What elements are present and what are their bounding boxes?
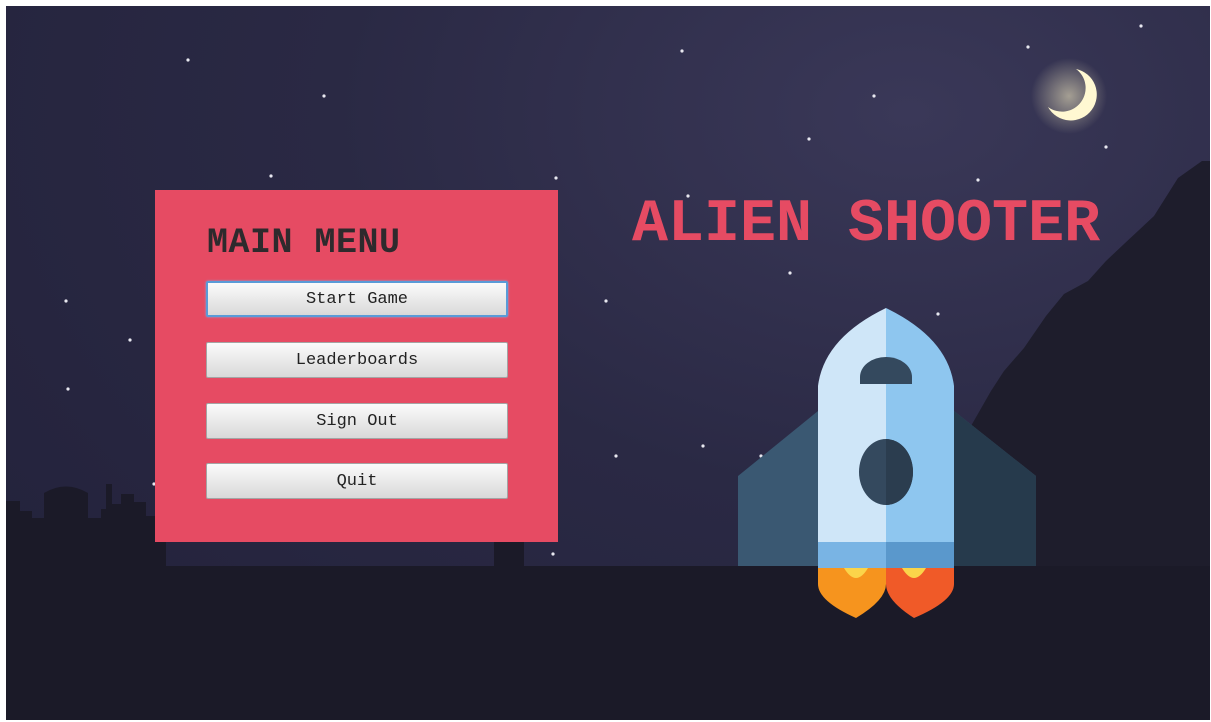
sign-out-button[interactable]: Sign Out [206,403,508,439]
crescent-moon-icon [1031,58,1107,134]
leaderboards-button[interactable]: Leaderboards [206,342,508,378]
main-menu-panel: MAIN MENU Start Game Leaderboards Sign O… [155,190,558,542]
horizon-buildings [494,542,711,586]
main-menu-heading: MAIN MENU [207,223,401,263]
game-screen: ALIEN SHOOTER MAIN MENU Start Game Leade… [6,6,1210,720]
start-game-button[interactable]: Start Game [206,281,508,317]
quit-button[interactable]: Quit [206,463,508,499]
game-title: ALIEN SHOOTER [632,191,1101,259]
